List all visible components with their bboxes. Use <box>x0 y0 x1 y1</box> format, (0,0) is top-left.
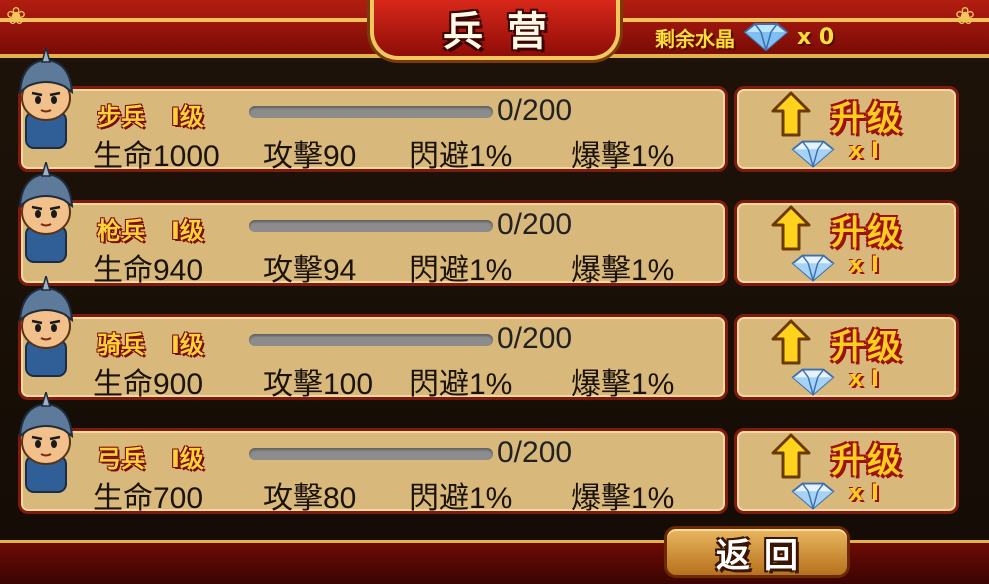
cavalry-avatar-icon <box>18 276 74 377</box>
upgrade-button[interactable]: 升级 x I <box>734 86 959 172</box>
upgrade-label: 升级 <box>831 213 903 253</box>
unit-row: 弓兵 I级 0/200 生命700 攻擊80 閃避1% 爆擊1% <box>18 428 728 515</box>
crystal-counter: 剩余水晶 x 0 <box>655 20 834 54</box>
unit-level: I级 <box>171 331 204 359</box>
stat-dodge: 閃避1% <box>409 140 513 173</box>
unit-name: 枪兵 <box>97 217 145 245</box>
unit-row: 步兵 I级 0/200 生命1000 攻擊90 閃避1% 爆擊1% <box>18 86 728 173</box>
xp-progress-bar <box>249 106 493 118</box>
xp-text: 0/200 <box>497 208 573 241</box>
unit-level: I级 <box>171 445 204 473</box>
upgrade-label: 升级 <box>831 441 903 481</box>
up-arrow-icon <box>771 433 811 479</box>
upgrade-cost: x I <box>849 253 880 278</box>
swirl-ornament-icon: ❀ <box>6 2 27 30</box>
unit-name: 弓兵 <box>97 445 145 473</box>
stat-dodge: 閃避1% <box>409 482 513 515</box>
swirl-ornament-icon: ❀ <box>955 2 976 30</box>
stat-dodge: 閃避1% <box>409 368 513 401</box>
unit-level: I级 <box>171 103 204 131</box>
unit-name: 骑兵 <box>97 331 145 359</box>
crystal-count: x 0 <box>797 24 835 50</box>
stat-attack: 攻擊90 <box>263 140 357 173</box>
stat-attack: 攻擊94 <box>263 254 357 287</box>
upgrade-label: 升级 <box>831 327 903 367</box>
xp-progress-bar <box>249 220 493 232</box>
unit-row: 枪兵 I级 0/200 生命940 攻擊94 閃避1% 爆擊1% <box>18 200 728 287</box>
diamond-icon <box>743 23 789 52</box>
up-arrow-icon <box>771 91 811 137</box>
archer-avatar-icon <box>18 392 74 493</box>
upgrade-cost: x I <box>849 481 880 506</box>
up-arrow-icon <box>771 319 811 365</box>
diamond-icon <box>791 254 835 282</box>
back-button[interactable]: 返回 <box>664 526 850 578</box>
stat-hp: 生命1000 <box>93 140 220 173</box>
title-plaque: 兵营 <box>370 0 620 60</box>
page-title: 兵营 <box>443 8 571 55</box>
xp-text: 0/200 <box>497 94 573 127</box>
up-arrow-icon <box>771 205 811 251</box>
stat-dodge: 閃避1% <box>409 254 513 287</box>
unit-level: I级 <box>171 217 204 245</box>
stat-crit: 爆擊1% <box>571 254 675 287</box>
stat-hp: 生命700 <box>93 482 204 515</box>
xp-text: 0/200 <box>497 436 573 469</box>
unit-row: 骑兵 I级 0/200 生命900 攻擊100 閃避1% 爆擊1% <box>18 314 728 401</box>
upgrade-cost: x I <box>849 367 880 392</box>
back-label: 返回 <box>716 535 812 576</box>
infantry-avatar-icon <box>18 48 74 149</box>
stat-hp: 生命940 <box>93 254 204 287</box>
diamond-icon <box>791 368 835 396</box>
upgrade-button[interactable]: 升级 x I <box>734 314 959 400</box>
upgrade-label: 升级 <box>831 99 903 139</box>
upgrade-button[interactable]: 升级 x I <box>734 428 959 514</box>
upgrade-button[interactable]: 升级 x I <box>734 200 959 286</box>
upgrade-cost: x I <box>849 139 880 164</box>
stat-crit: 爆擊1% <box>571 140 675 173</box>
stat-crit: 爆擊1% <box>571 368 675 401</box>
crystal-label: 剩余水晶 <box>655 26 735 51</box>
diamond-icon <box>791 140 835 168</box>
stat-hp: 生命900 <box>93 368 204 401</box>
xp-text: 0/200 <box>497 322 573 355</box>
diamond-icon <box>791 482 835 510</box>
xp-progress-bar <box>249 448 493 460</box>
xp-progress-bar <box>249 334 493 346</box>
spearman-avatar-icon <box>18 162 74 263</box>
stat-crit: 爆擊1% <box>571 482 675 515</box>
unit-name: 步兵 <box>97 103 145 131</box>
stat-attack: 攻擊100 <box>263 368 374 401</box>
stat-attack: 攻擊80 <box>263 482 357 515</box>
